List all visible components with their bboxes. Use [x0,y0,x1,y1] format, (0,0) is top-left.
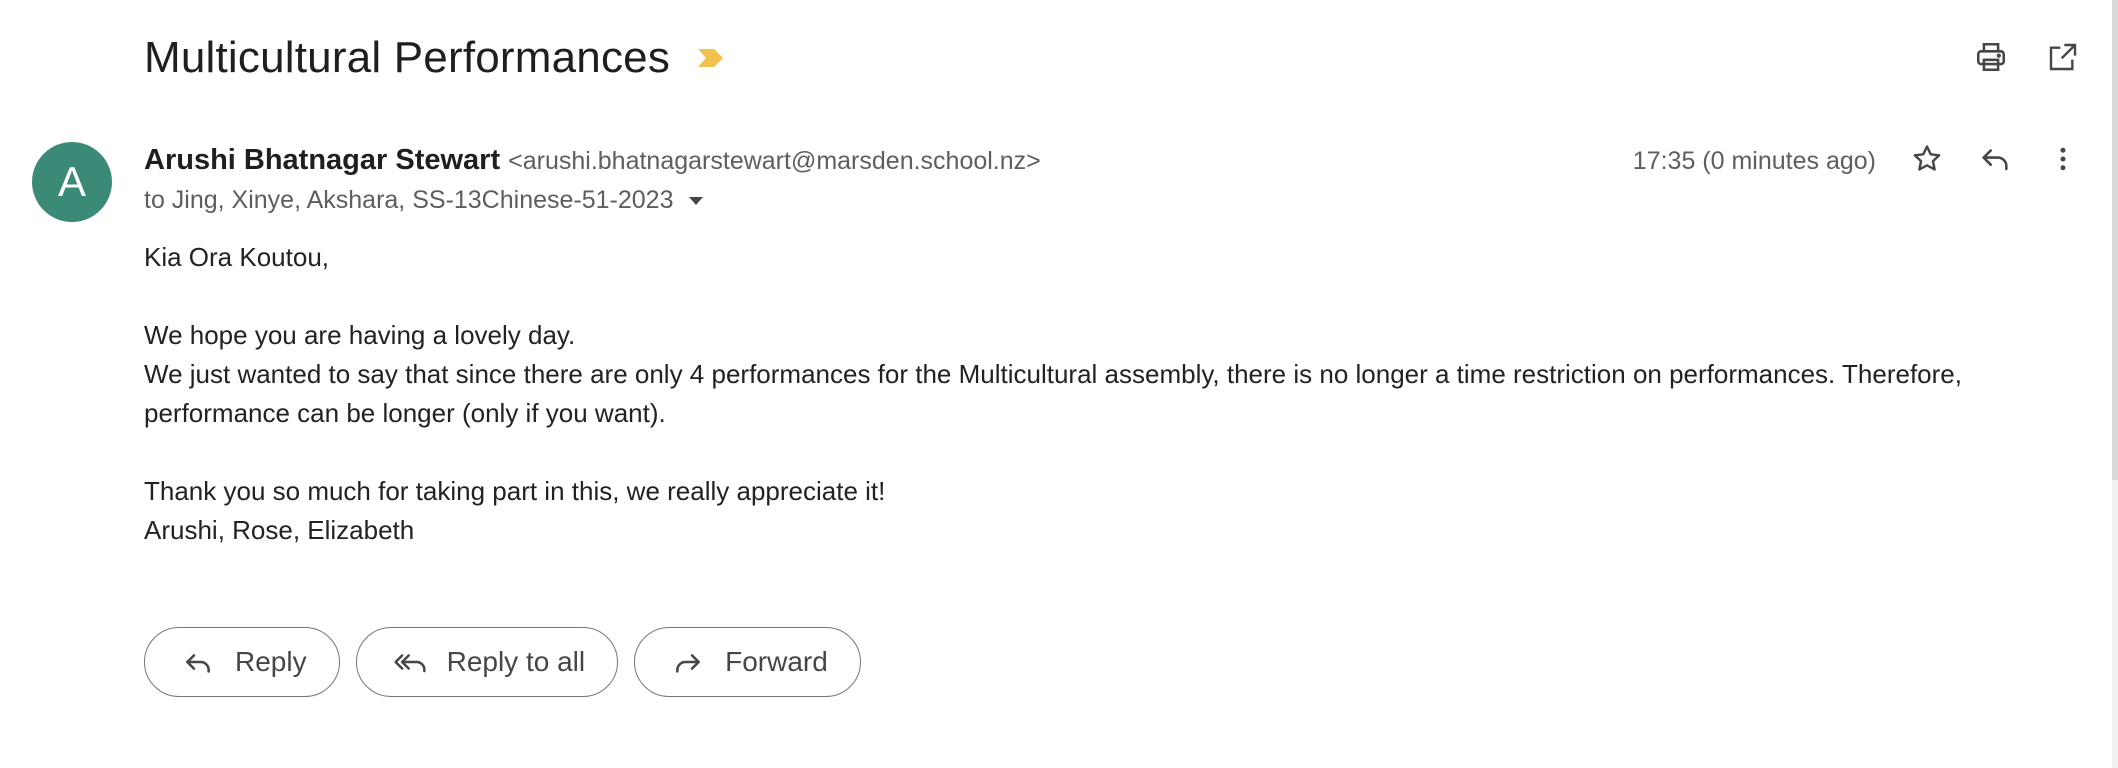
message-body: Kia Ora Koutou, We hope you are having a… [144,238,1974,550]
sender-avatar[interactable]: A [32,142,112,222]
sender-email: <arushi.bhatnagarstewart@marsden.school.… [508,147,1041,175]
print-button[interactable] [1968,36,2014,82]
star-icon [1910,142,1944,181]
email-view: Multicultural Performances A Arushi Bhat… [0,0,2118,768]
message-meta: 17:35 (0 minutes ago) [1633,138,2086,184]
more-options-button[interactable] [2040,138,2086,184]
forward-label: Forward [725,646,828,677]
star-button[interactable] [1904,138,1950,184]
importance-marker-icon[interactable] [696,47,726,69]
reply-icon [1978,142,2012,181]
reply-all-label: Reply to all [446,646,586,677]
body-greeting: Kia Ora Koutou, [144,242,329,272]
recipients-text: to Jing, Xinye, Akshara, SS-13Chinese-51… [144,186,674,214]
scrollbar-thumb[interactable] [2112,0,2118,480]
print-icon [1974,40,2008,79]
more-vert-icon [2048,144,2078,179]
avatar-letter: A [57,158,86,205]
reply-button[interactable]: Reply [144,627,340,697]
reply-all-icon [393,645,427,679]
forward-icon [671,645,705,679]
message-timestamp: 17:35 (0 minutes ago) [1632,146,1876,175]
subject-row: Multicultural Performances [144,28,726,88]
body-line: We hope you are having a lovely day. [144,320,576,350]
reply-all-button[interactable]: Reply to all [355,627,619,697]
body-line: Thank you so much for taking part in thi… [144,476,886,506]
scrollbar[interactable] [2112,0,2118,768]
forward-button[interactable]: Forward [634,627,861,697]
show-details-chevron-down-icon[interactable] [685,190,707,212]
reply-icon [181,645,215,679]
sender-line: Arushi Bhatnagar Stewart <arushi.bhatnag… [144,144,1041,177]
thread-actions [1968,36,2086,82]
body-signature: Arushi, Rose, Elizabeth [144,515,415,545]
sender-name[interactable]: Arushi Bhatnagar Stewart [144,144,500,177]
recipients-line: to Jing, Xinye, Akshara, SS-13Chinese-51… [144,186,707,215]
reply-actions: Reply Reply to all Forward [144,627,861,697]
reply-icon-button[interactable] [1972,138,2018,184]
email-subject: Multicultural Performances [144,33,671,82]
open-in-new-icon [2047,41,2079,78]
body-line: We just wanted to say that since there a… [144,359,1962,428]
open-in-new-window-button[interactable] [2040,36,2086,82]
reply-label: Reply [235,646,307,677]
